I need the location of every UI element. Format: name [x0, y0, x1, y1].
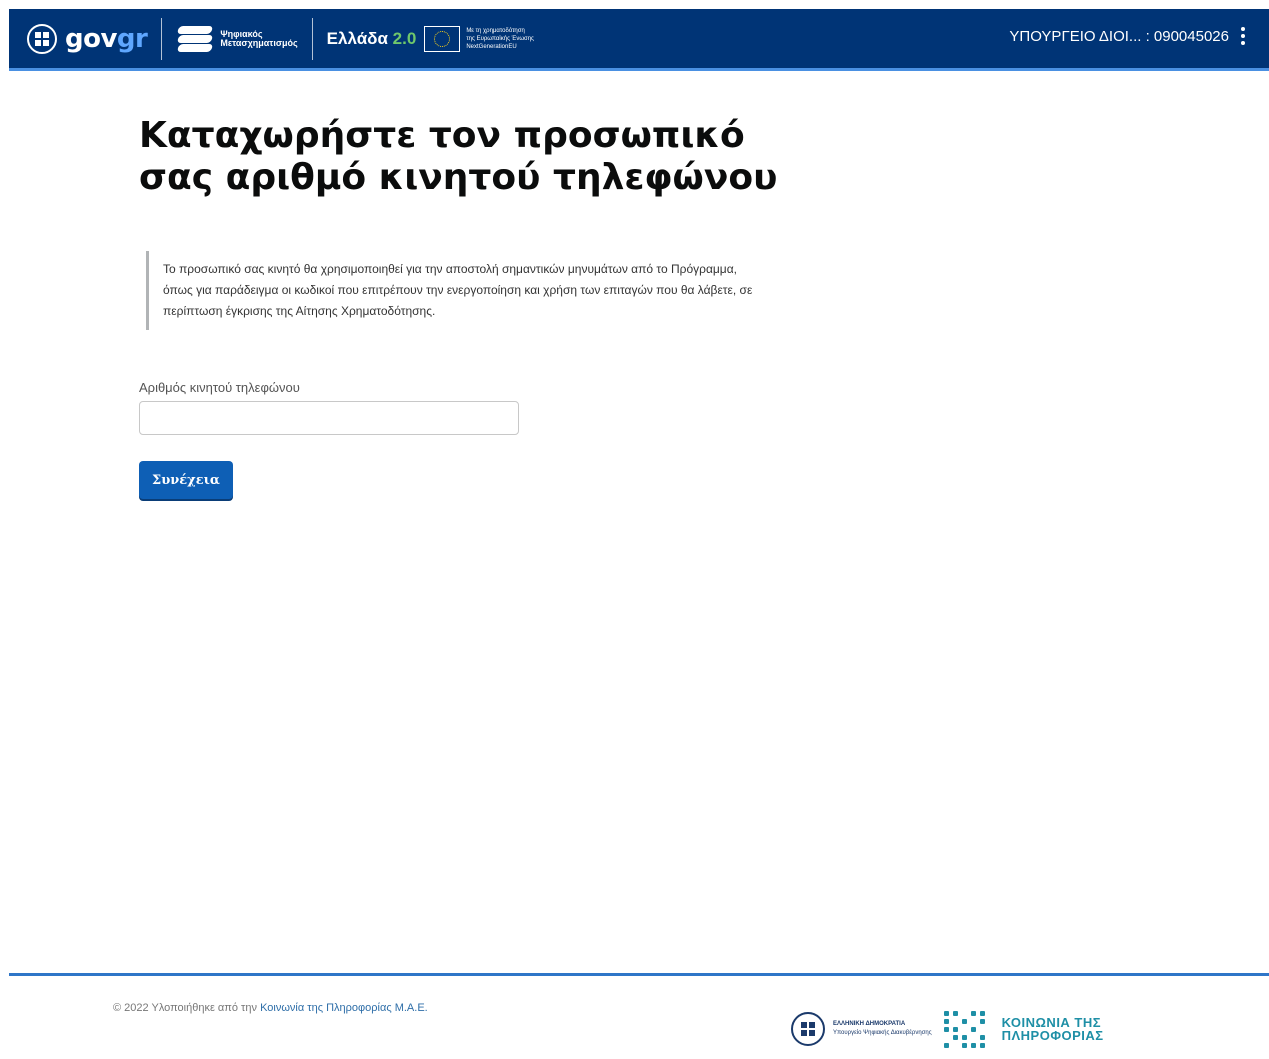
eu-funding-text: Με τη χρηματοδότηση της Ευρωπαϊκής Ένωση…: [466, 27, 534, 51]
information-society-icon: [943, 1006, 990, 1052]
ministry-text: ΕΛΛΗΝΙΚΗ ΔΗΜΟΚΡΑΤΙΑ Υπουργείο Ψηφιακής Δ…: [833, 1020, 932, 1038]
divider: [311, 18, 313, 60]
top-header: govgr Ψηφιακός Μετασχηματισμός Ελλάδα 2.…: [9, 9, 1269, 71]
eu-flag-icon: [424, 26, 461, 52]
info-inset-text: Το προσωπικό σας κινητό θα χρησιμοποιηθε…: [146, 251, 763, 330]
govgr-prefix: gov: [65, 24, 117, 54]
ellada-logo: Ελλάδα 2.0: [327, 29, 417, 49]
digital-line2: Μετασχηματισμός: [220, 38, 298, 48]
ministry-line2: Υπουργείο Ψηφιακής Διακυβέρνησης: [833, 1030, 932, 1036]
govgr-logo[interactable]: govgr: [65, 24, 148, 54]
user-area: ΥΠΟΥΡΓΕΙΟ ΔΙΟΙ... : 090045026: [1009, 27, 1245, 45]
ellada-version: 2.0: [392, 29, 417, 48]
ktp-line2: ΠΛΗΡΟΦΟΡΙΑΣ: [1001, 1028, 1104, 1043]
divider: [161, 18, 163, 60]
eu-line3: NextGenerationEU: [466, 44, 517, 50]
footer-logos: ΕΛΛΗΝΙΚΗ ΔΗΜΟΚΡΑΤΙΑ Υπουργείο Ψηφιακής Δ…: [791, 1006, 1104, 1052]
greek-emblem-icon: [27, 24, 57, 54]
ellada-text: Ελλάδα: [326, 29, 388, 48]
page-title-line2: σας αριθμό κινητού τηλεφώνου: [139, 157, 778, 198]
continue-button[interactable]: Συνέχεια: [139, 461, 233, 499]
header-logos: govgr Ψηφιακός Μετασχηματισμός Ελλάδα 2.…: [27, 18, 534, 60]
eu-line2: της Ευρωπαϊκής Ένωσης: [466, 36, 534, 42]
information-society-text: ΚΟΙΝΩΝΙΑ ΤΗΣ ΠΛΗΡΟΦΟΡΙΑΣ: [1002, 1016, 1104, 1042]
user-label: ΥΠΟΥΡΓΕΙΟ ΔΙΟΙ... : 090045026: [1009, 27, 1229, 45]
phone-input[interactable]: [139, 401, 519, 435]
digital-transformation-text: Ψηφιακός Μετασχηματισμός: [220, 30, 297, 48]
more-menu-icon[interactable]: [1241, 27, 1245, 45]
phone-label: Αριθμός κινητού τηλεφώνου: [139, 380, 300, 395]
eu-line1: Με τη χρηματοδότηση: [466, 28, 525, 34]
copyright-text: © 2022 Υλοποιήθηκε από την Κοινωνία της …: [113, 1002, 428, 1014]
page-title-line1: Καταχωρήστε τον προσωπικό: [139, 115, 745, 156]
digital-transformation-icon: [176, 22, 214, 56]
copyright-link[interactable]: Κοινωνία της Πληροφορίας Μ.Α.Ε.: [260, 1002, 428, 1014]
copyright-prefix: © 2022 Υλοποιήθηκε από την: [113, 1002, 258, 1014]
footer: © 2022 Υλοποιήθηκε από την Κοινωνία της …: [9, 973, 1269, 1059]
govgr-suffix: gr: [116, 24, 148, 54]
hellenic-republic-emblem-icon: [791, 1012, 825, 1046]
ministry-line1: ΕΛΛΗΝΙΚΗ ΔΗΜΟΚΡΑΤΙΑ: [833, 1021, 906, 1027]
page-title: Καταχωρήστε τον προσωπικό σας αριθμό κιν…: [139, 115, 779, 199]
main-content: Καταχωρήστε τον προσωπικό σας αριθμό κιν…: [139, 115, 779, 499]
